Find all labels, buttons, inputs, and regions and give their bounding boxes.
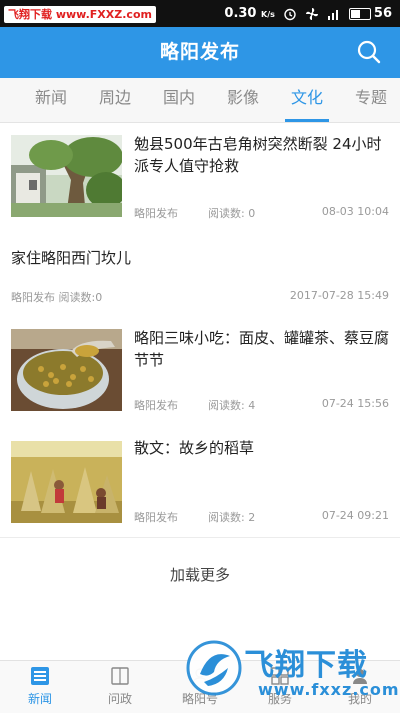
article-meta: 略阳发布 阅读数:0: [11, 291, 103, 304]
article-source: 略阳发布: [134, 511, 178, 524]
article-reads: 阅读数: 0: [208, 207, 256, 220]
status-bar: 飞翔下载 www.FXXZ.com 0.30 K/s 56: [0, 0, 400, 27]
watermark-url: www.fxxz.com: [258, 680, 400, 699]
category-tabs: 荐 新闻 周边 国内 影像 文化 专题: [0, 78, 400, 123]
tab-images[interactable]: 影像: [213, 78, 273, 122]
tree-photo: [11, 135, 122, 217]
watermark-top: 飞翔下载 www.FXXZ.com: [4, 6, 156, 23]
battery-indicator: 56: [348, 6, 392, 21]
article-date: 08-03 10:04: [321, 205, 389, 218]
battery-icon: [348, 7, 371, 20]
article-reads: 阅读数: 4: [208, 399, 256, 412]
list-item[interactable]: 家住略阳西门坎儿 略阳发布 阅读数:0 2017-07-28 15:49: [0, 231, 400, 320]
signal-icon: [327, 9, 338, 20]
watermark-logo: [186, 640, 242, 696]
watermark-text: 飞翔下载: [244, 648, 368, 683]
food-bowl-photo: [11, 329, 122, 411]
tab-culture[interactable]: 文化: [277, 78, 337, 122]
status-icons: 0.30 K/s 56: [224, 0, 392, 27]
article-title: 略阳三味小吃：面皮、罐罐茶、蔡豆腐节节: [134, 329, 390, 369]
article-title: 散文：故乡的稻草: [134, 439, 255, 457]
list-item[interactable]: 勉县500年古皂角树突然断裂 24小时派专人值守抢救 略阳发布 阅读数: 0 0…: [0, 123, 400, 232]
fan-icon: [305, 7, 318, 20]
article-title: 勉县500年古皂角树突然断裂 24小时派专人值守抢救: [134, 135, 382, 175]
article-source: 略阳发布: [134, 207, 178, 220]
tab-nearby[interactable]: 周边: [85, 78, 145, 122]
news-icon: [31, 667, 49, 685]
straw-field-photo: [11, 441, 122, 523]
site-watermark: 飞翔下载 www.fxxz.com: [186, 636, 400, 712]
tab-recommend[interactable]: 荐: [0, 78, 20, 122]
article-date: 07-24 09:21: [321, 509, 389, 522]
article-reads: 阅读数: 2: [208, 511, 256, 524]
article-date: 07-24 15:56: [321, 397, 389, 410]
load-more-button[interactable]: 加载更多: [0, 557, 400, 593]
tab-news[interactable]: 新闻: [21, 78, 81, 122]
book-icon: [111, 667, 129, 685]
network-speed: 0.30 K/s: [224, 6, 275, 21]
article-title: 家住略阳西门坎儿: [11, 249, 132, 267]
nav-label: 新闻: [27, 692, 52, 706]
tab-topics[interactable]: 专题: [341, 78, 400, 122]
article-date: 2017-07-28 15:49: [289, 289, 389, 302]
tab-domestic[interactable]: 国内: [149, 78, 209, 122]
alarm-icon: [284, 8, 296, 20]
nav-news[interactable]: 新闻: [0, 661, 80, 713]
article-source: 略阳发布: [134, 399, 178, 412]
nav-label: 问政: [107, 692, 132, 706]
list-item[interactable]: 略阳三味小吃：面皮、罐罐茶、蔡豆腐节节 略阳发布 阅读数: 4 07-24 15…: [0, 319, 400, 430]
list-item[interactable]: 散文：故乡的稻草 略阳发布 阅读数: 2 07-24 09:21: [0, 429, 400, 538]
nav-inquiry[interactable]: 问政: [80, 661, 160, 713]
search-icon[interactable]: [356, 39, 382, 65]
page-title: 略阳发布: [159, 41, 240, 63]
app-header: 略阳发布: [0, 27, 400, 78]
